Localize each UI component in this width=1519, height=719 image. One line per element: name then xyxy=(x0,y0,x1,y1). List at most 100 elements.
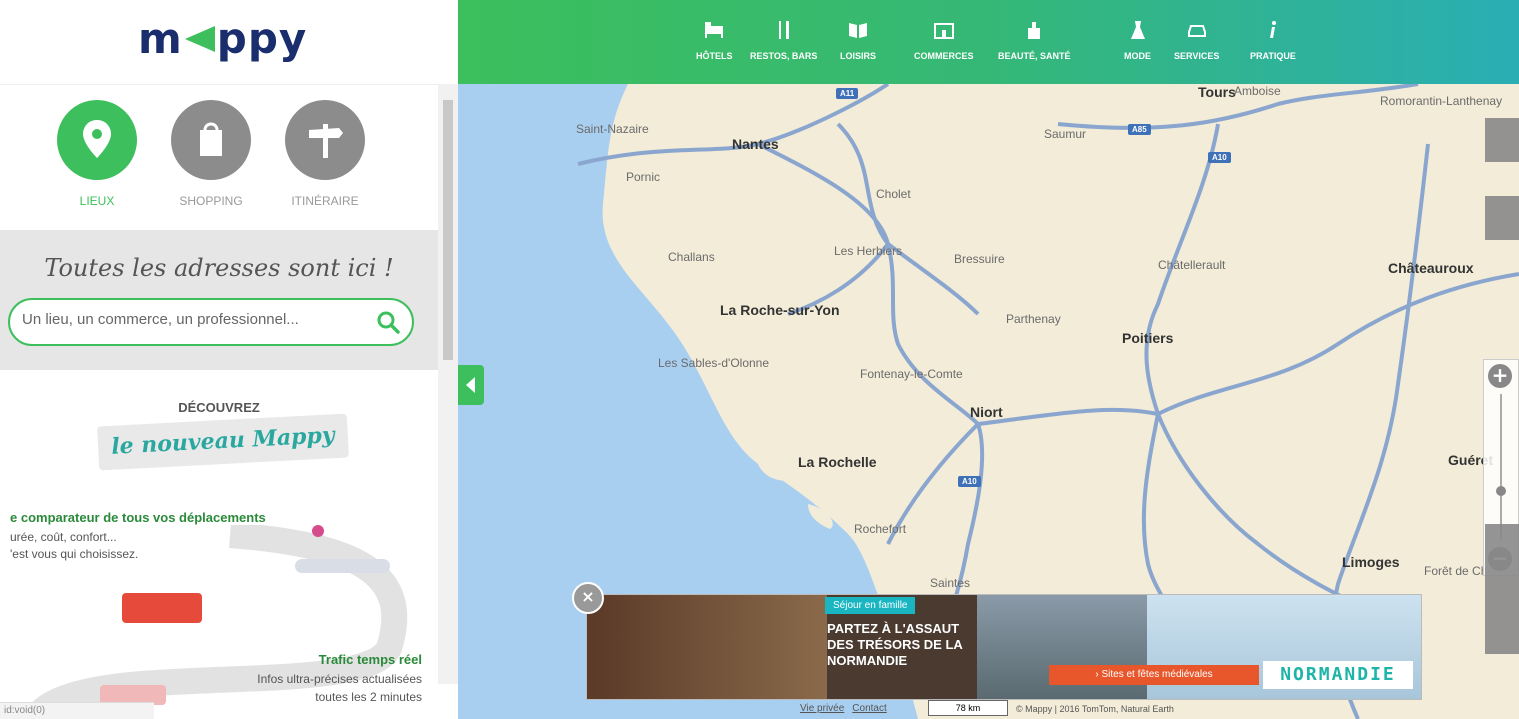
shop-icon xyxy=(933,23,954,39)
pan-arrows-icon[interactable] xyxy=(1485,196,1519,240)
city-label: Saumur xyxy=(1044,127,1087,141)
ad-close-button[interactable]: × xyxy=(572,582,604,614)
shopping-bag-icon xyxy=(200,122,222,156)
feature2-line2: toutes les 2 minutes xyxy=(315,690,422,704)
feature2-line1: Infos ultra-précises actualisées xyxy=(257,672,422,686)
search-input[interactable] xyxy=(20,310,374,329)
nav-item-mode[interactable]: MODE xyxy=(1124,18,1151,61)
nav-item-label: MODE xyxy=(1124,51,1151,61)
promo-kicker: DÉCOUVREZ xyxy=(178,400,260,415)
browser-statusbar: id:void(0) xyxy=(0,702,154,719)
transport-mode-controls[interactable] xyxy=(1485,524,1519,654)
search-icon[interactable] xyxy=(374,308,402,336)
cyclist-icon xyxy=(312,525,324,537)
city-label: Tours xyxy=(1198,84,1236,100)
mode-itineraire-label: ITINÉRAIRE xyxy=(291,194,359,208)
logo-bar: m ppy xyxy=(0,0,438,85)
scrollbar-thumb[interactable] xyxy=(443,100,453,360)
city-label: Châteauroux xyxy=(1388,260,1474,276)
zoom-knob[interactable] xyxy=(1496,486,1506,496)
zoom-track[interactable] xyxy=(1500,394,1502,540)
nav-item-beauté-santé[interactable]: BEAUTÉ, SANTÉ xyxy=(998,18,1071,61)
city-label: Les Sables-d'Olonne xyxy=(658,356,770,370)
nav-item-label: COMMERCES xyxy=(914,51,974,61)
nav-item-label: RESTOS, BARS xyxy=(750,51,818,61)
train-icon xyxy=(295,559,390,573)
city-label: La Roche-sur-Yon xyxy=(720,302,840,318)
nav-item-services[interactable]: SERVICES xyxy=(1174,18,1219,61)
bus-icon xyxy=(122,593,202,623)
mode-lieux-label: LIEUX xyxy=(79,194,115,208)
nav-item-label: PRATIQUE xyxy=(1250,51,1296,61)
city-label: Amboise xyxy=(1234,84,1281,98)
nav-item-restos-bars[interactable]: RESTOS, BARS xyxy=(750,18,817,61)
map-scale: 78 km xyxy=(928,700,1008,716)
city-label: Nantes xyxy=(732,136,779,152)
nav-item-label: LOISIRS xyxy=(840,51,877,61)
city-label: Poitiers xyxy=(1122,330,1174,346)
city-label: Romorantin-Lanthenay xyxy=(1380,94,1503,108)
feature2-title: Trafic temps réel xyxy=(318,652,422,667)
search-tagline: Toutes les adresses sont ici ! xyxy=(44,254,394,282)
mode-lieux-button[interactable]: LIEUX xyxy=(52,100,142,208)
promo-banner: le nouveau Mappy xyxy=(97,413,349,471)
collapse-panel-button[interactable] xyxy=(458,365,484,405)
category-nav: HÔTELS RESTOS, BARS LOISIRS COMMERCES BEAUTÉ… xyxy=(458,0,1519,84)
signpost-icon xyxy=(309,124,343,158)
ad-cta-button[interactable]: › Sites et fêtes médiévales xyxy=(1049,665,1259,685)
city-label: Cholet xyxy=(876,187,911,201)
navigation-arrow-icon[interactable] xyxy=(1485,118,1519,162)
ad-tag: Séjour en famille xyxy=(825,597,916,614)
advertisement-banner[interactable]: Séjour en famille PARTEZ À L'ASSAUT DES … xyxy=(586,594,1422,700)
mode-shopping-button[interactable]: SHOPPING xyxy=(166,100,256,208)
mode-shopping-label: SHOPPING xyxy=(179,194,243,208)
road-shield: A85 xyxy=(1128,124,1151,135)
city-label: Châtellerault xyxy=(1158,258,1226,272)
nav-item-loisirs[interactable]: LOISIRS xyxy=(840,18,876,61)
city-label: Bressuire xyxy=(954,252,1005,266)
road-shield: A10 xyxy=(958,476,981,487)
nav-item-hôtels[interactable]: HÔTELS xyxy=(696,18,733,61)
nav-item-label: SERVICES xyxy=(1174,51,1220,61)
map-footer-links: Vie privée Contact xyxy=(800,703,895,714)
city-label: Pornic xyxy=(626,170,661,184)
bed-icon xyxy=(705,22,724,38)
location-pin-icon xyxy=(83,120,111,158)
zoom-in-button[interactable]: + xyxy=(1488,364,1512,388)
city-label: Rochefort xyxy=(854,522,907,536)
perfume-icon xyxy=(1028,22,1041,39)
city-label: Saint-Nazaire xyxy=(576,122,649,136)
info-icon xyxy=(1269,21,1276,38)
city-label: Parthenay xyxy=(1006,312,1061,326)
feature1-line1: urée, coût, confort... xyxy=(10,530,117,544)
privacy-link[interactable]: Vie privée xyxy=(800,703,844,714)
nav-item-pratique[interactable]: PRATIQUE xyxy=(1250,18,1296,61)
feature1-title: e comparateur de tous vos déplacements xyxy=(10,510,266,525)
city-label: Saintes xyxy=(930,576,971,590)
city-label: Niort xyxy=(970,404,1003,420)
left-panel-scrollbar[interactable] xyxy=(438,84,458,684)
promo-block[interactable]: DÉCOUVREZ le nouveau Mappy e comparateur… xyxy=(0,380,438,719)
city-label: Limoges xyxy=(1342,554,1400,570)
mappy-logo[interactable]: m ppy xyxy=(138,14,307,63)
city-label: Les Herbiers xyxy=(834,244,903,258)
map-copyright: © Mappy | 2016 TomTom, Natural Earth xyxy=(1016,704,1174,714)
search-area: Toutes les adresses sont ici ! xyxy=(0,230,438,370)
cutlery-icon xyxy=(778,21,789,39)
logo-arrow-icon xyxy=(184,25,215,52)
nav-item-label: HÔTELS xyxy=(696,51,733,61)
left-panel: m ppy LIEUX SHOPPING ITINÉRAIRE Toutes le… xyxy=(0,0,459,719)
feature1-line2: 'est vous qui choisissez. xyxy=(10,547,139,561)
ad-brand-logo: NORMANDIE xyxy=(1263,661,1413,689)
contact-link[interactable]: Contact xyxy=(852,703,886,714)
city-label: La Rochelle xyxy=(798,454,877,470)
nav-item-commerces[interactable]: COMMERCES xyxy=(914,18,974,61)
search-box xyxy=(8,298,414,346)
nav-item-label: BEAUTÉ, SANTÉ xyxy=(998,51,1071,61)
book-icon xyxy=(849,23,867,38)
city-label: Fontenay-le-Comte xyxy=(860,367,963,381)
car-service-icon xyxy=(1187,25,1206,37)
mode-itineraire-button[interactable]: ITINÉRAIRE xyxy=(280,100,370,208)
road-shield: A10 xyxy=(1208,152,1231,163)
ad-headline: PARTEZ À L'ASSAUT DES TRÉSORS DE LA NORM… xyxy=(827,621,963,668)
